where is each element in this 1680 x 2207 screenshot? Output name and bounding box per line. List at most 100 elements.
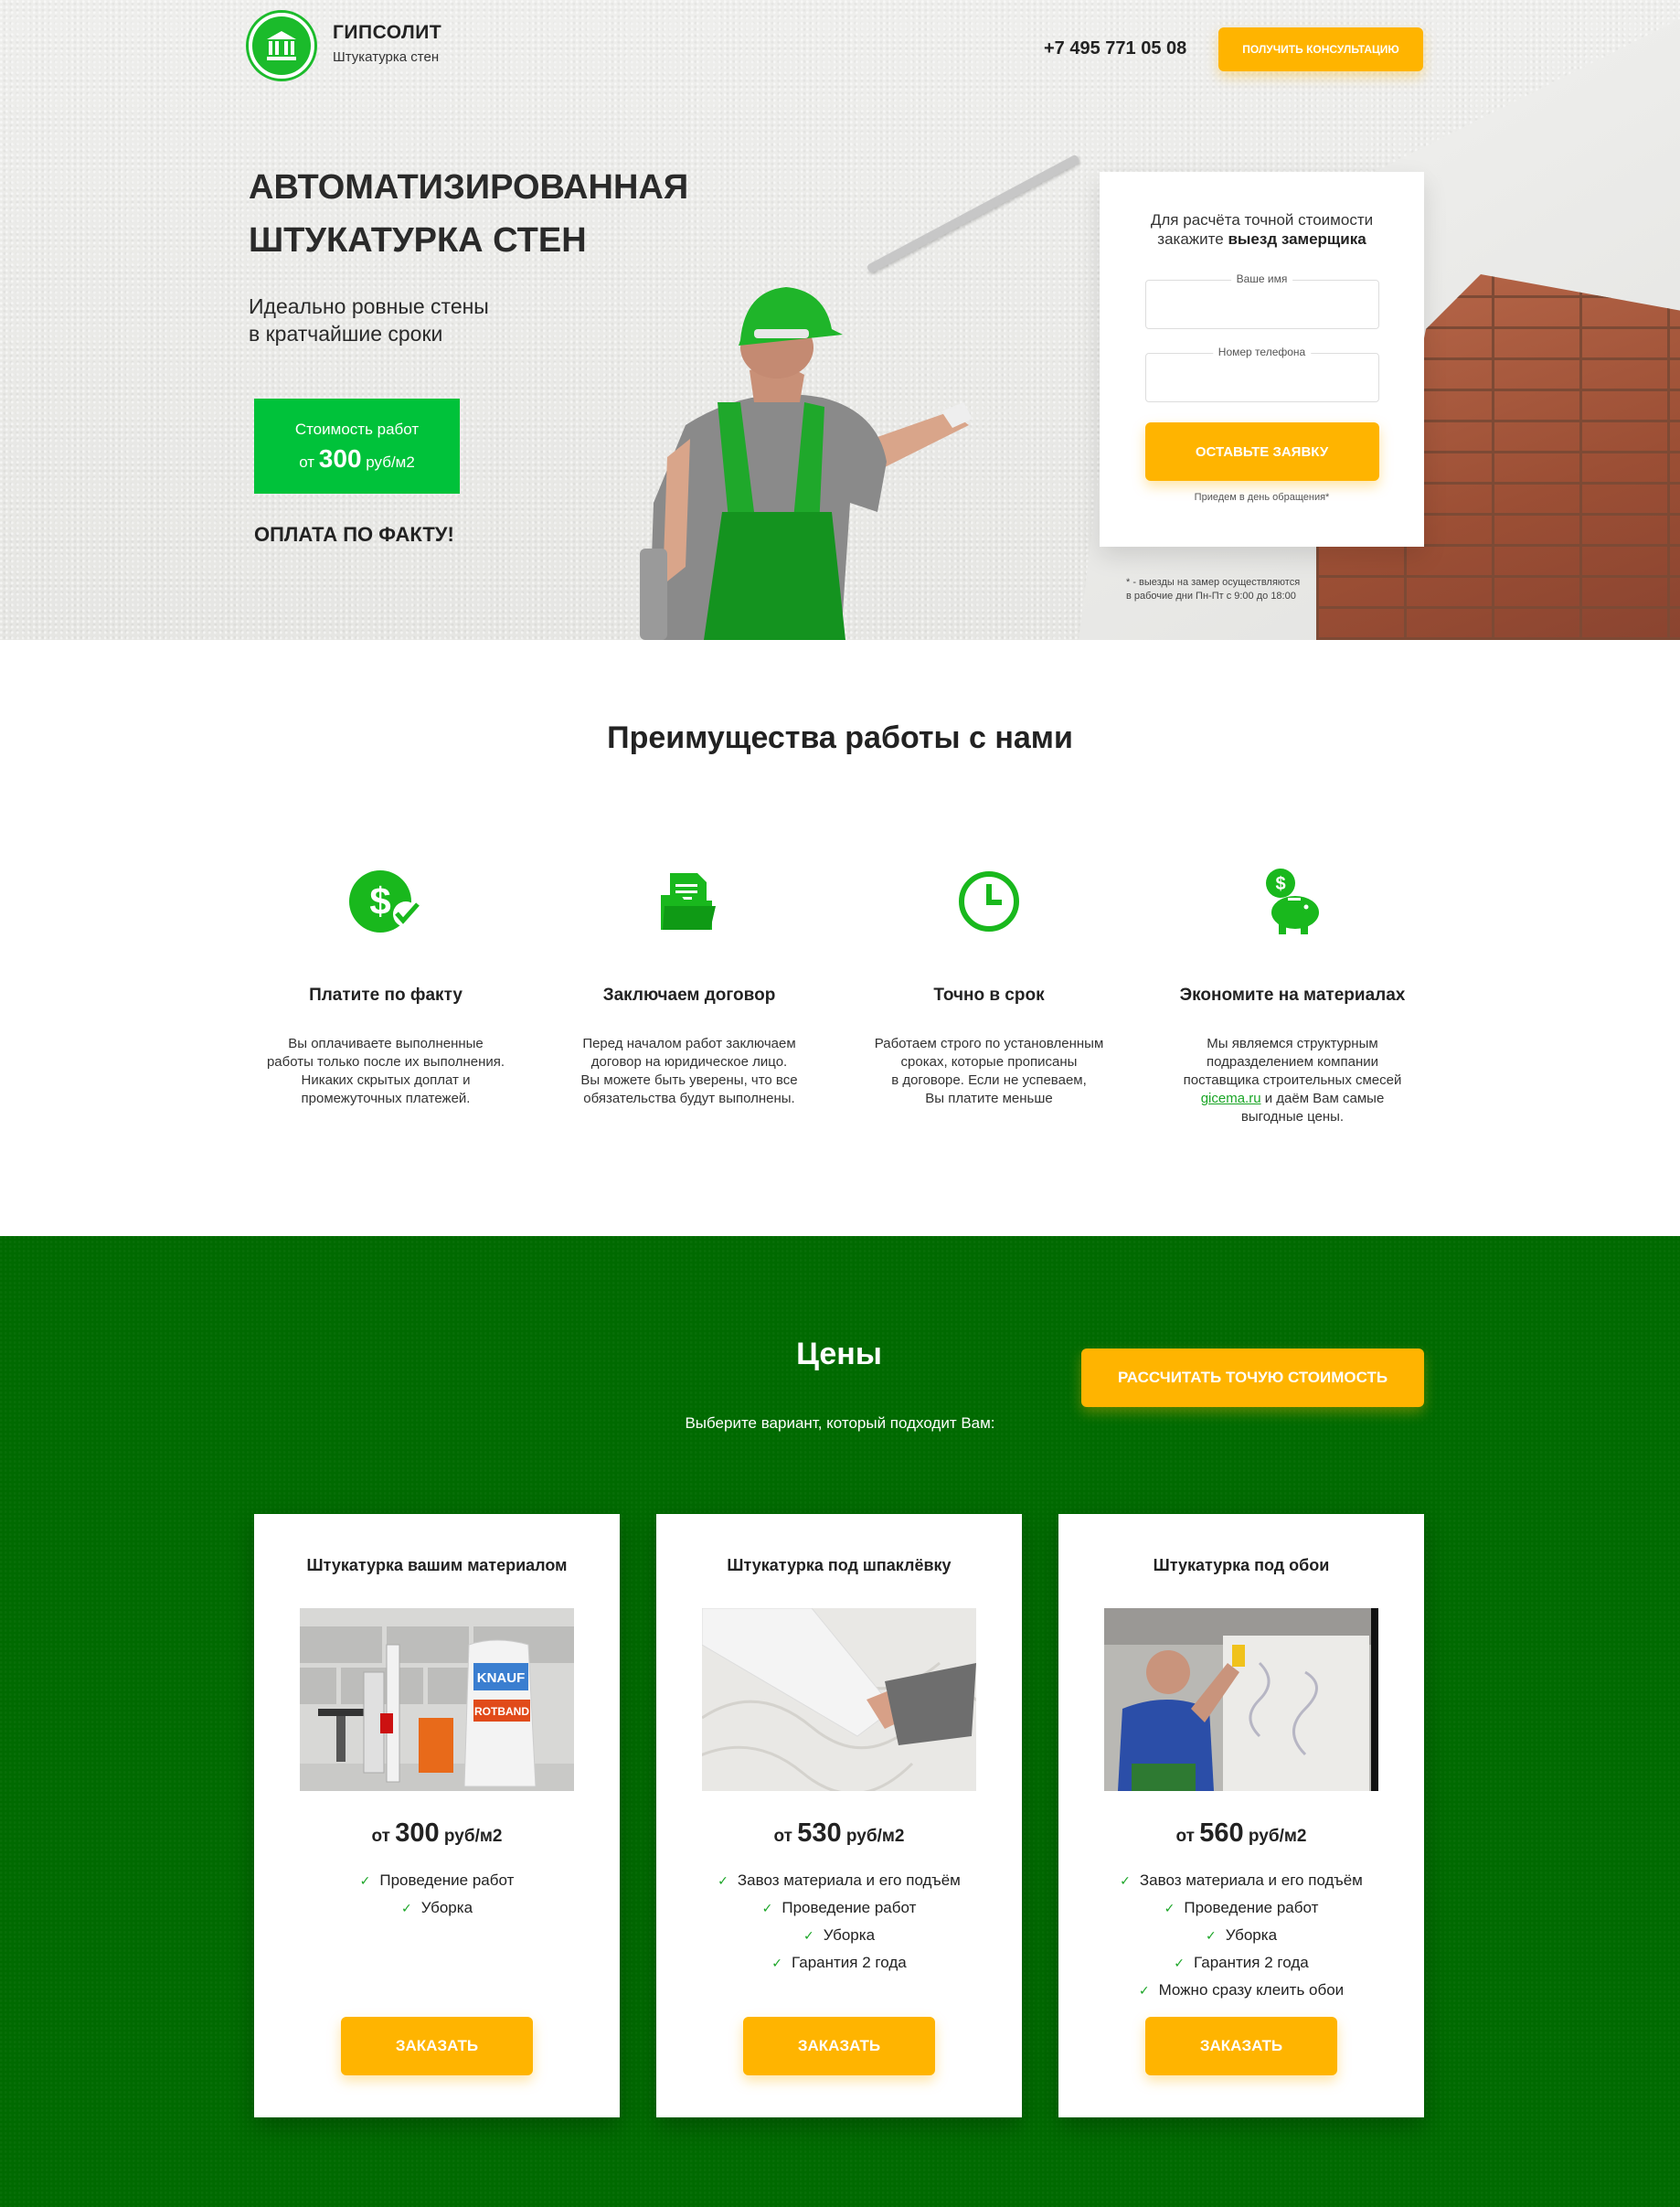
prices-section: Цены Выберите вариант, который подходит …	[0, 1236, 1680, 2207]
text-line: обязательства будут выполнены.	[583, 1091, 795, 1106]
bag-brand-label: KNAUF	[477, 1670, 526, 1686]
pay-on-completion-note: ОПЛАТА ПО ФАКТУ!	[254, 523, 454, 546]
form-title: Для расчёта точной стоимости закажите вы…	[1100, 210, 1424, 249]
price-unit: руб/м2	[1248, 1827, 1307, 1846]
form-title-bold: выезд замерщика	[1228, 230, 1366, 248]
feature-label: Уборка	[420, 1899, 473, 1916]
order-button[interactable]: ЗАКАЗАТЬ	[743, 2017, 935, 2075]
form-note: Приедем в день обращения*	[1194, 492, 1330, 503]
plaster-rule-tool	[866, 154, 1080, 274]
price-prefix: от	[1175, 1827, 1195, 1846]
card-photo-troweling	[702, 1608, 976, 1791]
name-input[interactable]	[1145, 281, 1378, 328]
order-button[interactable]: ЗАКАЗАТЬ	[1145, 2017, 1337, 2075]
card-price: от 560 руб/м2	[1058, 1818, 1424, 1849]
text-line: Работаем строго по установленным	[874, 1036, 1104, 1051]
price-card-under-wallpaper: Штукатурка под обои от 560 руб/м2 ✓ Заво…	[1058, 1514, 1424, 2117]
check-icon: ✓	[771, 1956, 783, 1970]
piggy-bank-icon: $	[1155, 865, 1430, 938]
hero-section: ГИПСОЛИТ Штукатурка стен +7 495 771 05 0…	[0, 0, 1680, 640]
price-line: от 300 руб/м2	[254, 444, 460, 474]
feature-label: Можно сразу клеить обои	[1158, 1981, 1345, 1999]
advantage-title: Заключаем договор	[602, 986, 776, 1005]
dollar-check-icon: $	[249, 865, 523, 938]
text-line: подразделением компании	[1206, 1054, 1379, 1070]
price-card-own-material: Штукатурка вашим материалом KNAUF ROTBAN…	[254, 1514, 620, 2117]
feature-item: ✓ Завоз материала и его подъём	[656, 1867, 1022, 1894]
advantage-text: Перед началом работ заключаем договор на…	[552, 1035, 826, 1108]
check-icon: ✓	[718, 1873, 728, 1888]
feature-list: ✓ Завоз материала и его подъём ✓ Проведени…	[1058, 1867, 1424, 2004]
price-card-under-putty: Штукатурка под шпаклёвку от 530 руб/м2 ✓…	[656, 1514, 1022, 2117]
phone-input[interactable]	[1145, 354, 1378, 401]
feature-label: Завоз материала и его подъём	[737, 1871, 961, 1889]
advantage-on-time: Точно в срок Работаем строго по установл…	[852, 865, 1126, 1108]
check-icon: ✓	[400, 1901, 412, 1915]
feature-item: ✓ Уборка	[254, 1894, 620, 1922]
feature-label: Проведение работ	[782, 1899, 917, 1916]
text-line: сроках, которые прописаны	[900, 1054, 1078, 1070]
phone-field[interactable]: Номер телефона	[1144, 346, 1379, 402]
check-icon: ✓	[1138, 1983, 1150, 1998]
check-icon: ✓	[1174, 1956, 1186, 1970]
feature-label: Гарантия 2 года	[1194, 1954, 1309, 1971]
check-icon: ✓	[1120, 1873, 1131, 1888]
card-title: Штукатурка под обои	[1153, 1556, 1330, 1574]
advantage-text: Работаем строго по установленным сроках,…	[852, 1035, 1126, 1108]
calculate-price-button[interactable]: РАССЧИТАТЬ ТОЧУЮ СТОИМОСТЬ	[1081, 1349, 1424, 1407]
brand-name: ГИПСОЛИТ	[333, 22, 442, 43]
price-value: 560	[1199, 1818, 1244, 1848]
text-line: поставщика строительных смесей	[1183, 1072, 1402, 1088]
text-line: Перед началом работ заключаем	[582, 1036, 796, 1051]
price-unit: руб/м2	[845, 1827, 905, 1846]
feature-label: Завоз материала и его подъём	[1139, 1871, 1363, 1889]
feature-label: Проведение работ	[379, 1871, 515, 1889]
text-line: Мы являемся структурным	[1207, 1036, 1378, 1051]
price-unit: руб/м2	[443, 1827, 503, 1846]
check-icon: ✓	[359, 1873, 371, 1888]
card-photo-worker-wall	[1104, 1608, 1378, 1791]
svg-text:$: $	[1275, 874, 1285, 894]
worker-image	[640, 287, 973, 640]
text-line: выгодные цены.	[1240, 1109, 1345, 1125]
text-line: промежуточных платежей.	[301, 1091, 471, 1106]
card-title: Штукатурка вашим материалом	[306, 1556, 568, 1574]
text-line: в договоре. Если не успеваем,	[891, 1072, 1087, 1088]
visit-note-line2: в рабочие дни Пн-Пт с 9:00 до 18:00	[1126, 591, 1296, 602]
feature-item: ✓ Гарантия 2 года	[1058, 1949, 1424, 1977]
measurement-request-form: Для расчёта точной стоимости закажите вы…	[1100, 172, 1424, 547]
advantage-pay-on-fact: $ Платите по факту Вы оплачиваете выполн…	[249, 865, 523, 1108]
feature-list: ✓ Проведение работ ✓ Уборка	[254, 1867, 620, 1922]
text-line: и даём Вам самые	[1260, 1091, 1385, 1106]
form-title-prefix: закажите	[1157, 230, 1224, 248]
feature-item: ✓ Уборка	[1058, 1922, 1424, 1949]
feature-item: ✓ Проведение работ	[1058, 1894, 1424, 1922]
card-title: Штукатурка под шпаклёвку	[727, 1556, 952, 1574]
building-columns-icon	[267, 31, 296, 60]
gicema-link[interactable]: gicema.ru	[1201, 1091, 1261, 1106]
logo-icon[interactable]	[249, 13, 314, 79]
text-line: работы только после их выполнения.	[266, 1054, 505, 1070]
phone-number[interactable]: +7 495 771 05 08	[1044, 38, 1186, 59]
card-price: от 300 руб/м2	[254, 1818, 620, 1849]
visit-note-line1: * - выезды на замер осуществляются	[1126, 577, 1301, 588]
submit-request-button[interactable]: ОСТАВЬТЕ ЗАЯВКУ	[1144, 422, 1379, 481]
text-line: договор на юридическое лицо.	[590, 1054, 788, 1070]
name-field-label: Ваше имя	[1230, 272, 1293, 285]
text-line: Вы платите меньше	[925, 1091, 1053, 1106]
check-icon: ✓	[803, 1928, 814, 1943]
text-line: Вы можете быть уверены, что все	[580, 1072, 798, 1088]
feature-item: ✓ Уборка	[656, 1922, 1022, 1949]
price-prefix: от	[299, 453, 315, 471]
order-button[interactable]: ЗАКАЗАТЬ	[341, 2017, 533, 2075]
get-consultation-button[interactable]: ПОЛУЧИТЬ КОНСУЛЬТАЦИЮ	[1218, 27, 1423, 71]
hero-title: АВТОМАТИЗИРОВАННАЯ ШТУКАТУРКА СТЕН	[249, 168, 689, 260]
feature-item: ✓ Завоз материала и его подъём	[1058, 1867, 1424, 1894]
feature-item: ✓ Можно сразу клеить обои	[1058, 1977, 1424, 2004]
name-field[interactable]: Ваше имя	[1144, 272, 1379, 329]
clock-icon	[852, 865, 1126, 938]
advantage-contract: Заключаем договор Перед началом работ за…	[552, 865, 826, 1108]
price-value: 300	[318, 444, 362, 473]
price-label: Стоимость работ	[294, 421, 420, 438]
hero-subtitle-line1: Идеально ровные стены	[249, 294, 489, 318]
